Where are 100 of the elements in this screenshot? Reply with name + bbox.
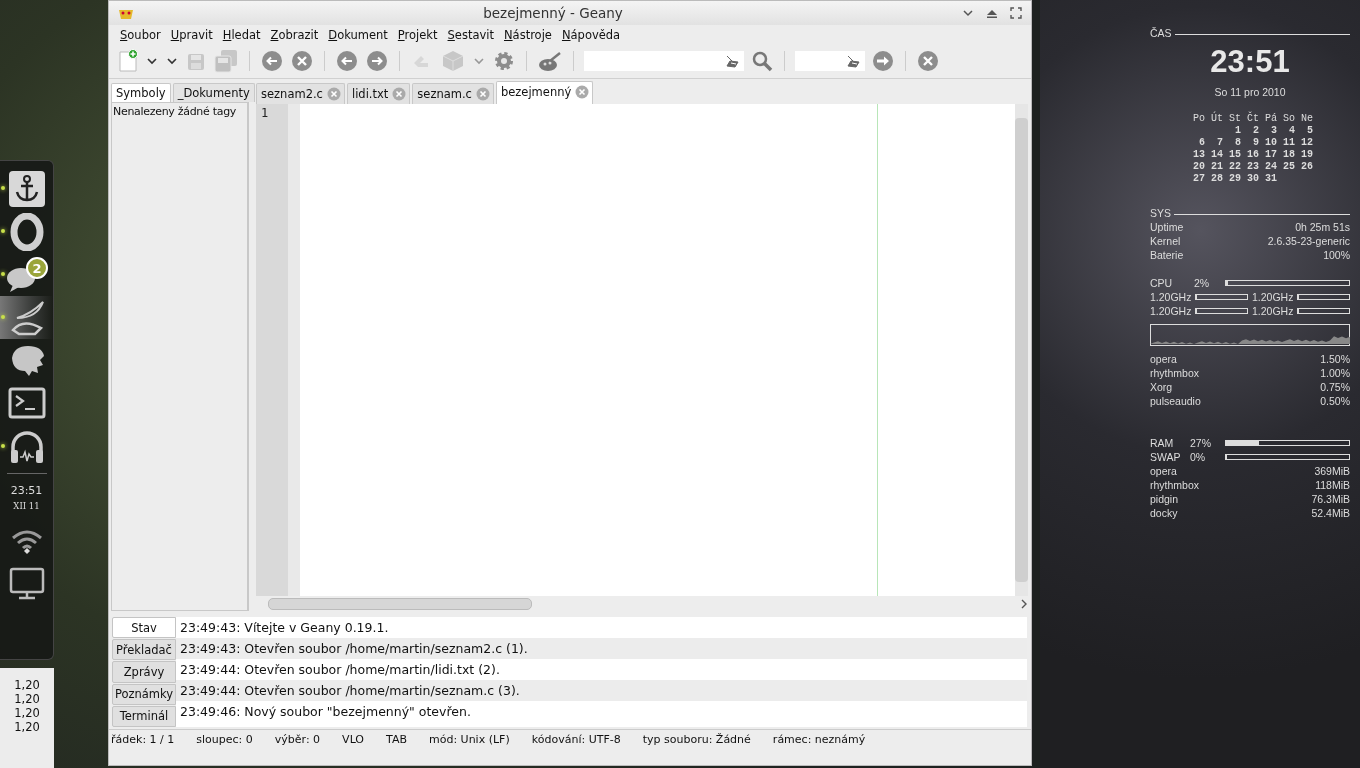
weekday-label: St (1228, 113, 1241, 124)
process-value: 1.50% (1320, 353, 1350, 365)
process-value: 0.75% (1320, 381, 1350, 393)
message-tab[interactable]: Překladač (112, 639, 176, 661)
process-value: 0.50% (1320, 395, 1350, 407)
paint-palette-icon[interactable] (537, 49, 563, 73)
clear-icon[interactable] (845, 53, 863, 69)
terminal-icon[interactable] (7, 386, 46, 421)
process-name: Xorg (1150, 381, 1173, 393)
process-value: 76.3MiB (1311, 493, 1350, 505)
calendar-day: 3 (1259, 125, 1277, 136)
info-value: 2.6.35-23-generic (1267, 235, 1350, 247)
search-field[interactable] (584, 51, 744, 71)
log-message: 23:49:43: Otevřen soubor /home/martin/seznam2.c (1). (176, 638, 1027, 659)
file-tab[interactable]: lidi.txt (346, 83, 411, 104)
file-tab[interactable]: seznam2.c (256, 83, 345, 104)
menu-item[interactable]: Sestavit (442, 27, 499, 42)
right-arrow-circle-icon[interactable] (365, 49, 389, 73)
calendar-day: 13 (1187, 149, 1205, 160)
process-value: 369MiB (1314, 465, 1350, 477)
anchor-icon[interactable] (7, 169, 46, 208)
calendar-day: 14 (1205, 149, 1223, 160)
status-item: typ souboru: Žádné (642, 732, 751, 746)
message-tab[interactable]: Poznámky (112, 683, 176, 705)
status-item: kódování: UTF-8 (531, 732, 621, 746)
close-icon[interactable] (916, 49, 940, 73)
process-name: docky (1150, 507, 1178, 519)
menu-item[interactable]: Zobrazit (265, 27, 324, 42)
weekday-label: Po (1192, 113, 1205, 124)
maximize-icon[interactable] (1009, 6, 1023, 20)
close-icon[interactable] (475, 87, 490, 101)
info-value: 0h 25m 51s (1295, 221, 1350, 233)
close-icon[interactable] (575, 85, 590, 99)
new-file-icon[interactable] (117, 49, 139, 73)
close-icon[interactable] (392, 87, 407, 101)
memory-reading: 0% (1190, 451, 1207, 463)
vertical-scrollbar[interactable] (1015, 104, 1028, 596)
status-item: VLO (342, 732, 365, 746)
status-item: sloupec: 0 (196, 732, 253, 746)
sidebar-tab[interactable]: _Dokumenty (172, 83, 255, 102)
menu-item[interactable]: Soubor (115, 27, 166, 42)
calendar-day: 26 (1295, 161, 1313, 172)
notification-badge: 2 (25, 256, 48, 279)
menu-item[interactable]: Projekt (392, 27, 443, 42)
close-icon[interactable] (326, 87, 341, 101)
status-item: rámec: neznámý (772, 732, 866, 746)
message-tab[interactable]: Terminál (112, 705, 176, 727)
calendar-day: 20 (1187, 161, 1205, 172)
monitor-icon[interactable] (8, 567, 45, 601)
core-frequency: 1.20GHz (1150, 290, 1192, 304)
message-tab[interactable]: Stav (112, 617, 176, 639)
menu-item[interactable]: Dokument (323, 27, 393, 42)
calendar-day: 15 (1223, 149, 1241, 160)
calendar-day: 18 (1277, 149, 1295, 160)
clock-time: 23:51 (10, 484, 43, 497)
calendar-day: 22 (1223, 161, 1241, 172)
message-tab[interactable]: Zprávy (112, 661, 176, 683)
file-tab[interactable]: bezejmenný (495, 81, 594, 104)
sidebar-tab[interactable]: Symboly (111, 83, 171, 102)
cpu-label: CPU (1150, 277, 1174, 289)
core-frequency: 1.20GHz (1150, 304, 1192, 318)
clear-icon[interactable] (724, 53, 742, 69)
core-frequency: 1.20GHz (1252, 304, 1294, 318)
menu-item[interactable]: Nápověda (556, 27, 626, 42)
menu-item[interactable]: Nástroje (499, 27, 557, 42)
process-name: rhythmbox (1150, 479, 1200, 491)
log-message: 23:49:44: Otevřen soubor /home/martin/lidi.txt (2). (179, 661, 501, 679)
cpu-reading: 2% (1194, 277, 1211, 289)
weekday-label: Ne (1300, 113, 1313, 124)
left-arrow-circle-icon[interactable] (260, 49, 284, 73)
calendar-day: 5 (1295, 125, 1313, 136)
calendar-day: 16 (1241, 149, 1259, 160)
calendar-day: 1 (1223, 125, 1241, 136)
memory-label: RAM (1150, 437, 1175, 449)
search-icon[interactable] (750, 49, 774, 73)
calendar-day: 17 (1259, 149, 1277, 160)
memory-reading: 27% (1190, 437, 1212, 449)
right-arrow-circle-icon[interactable] (871, 49, 895, 73)
line-number-field[interactable] (795, 51, 865, 71)
close-icon[interactable] (290, 49, 314, 73)
status-item: výběr: 0 (274, 732, 321, 746)
info-value: 100% (1323, 249, 1350, 261)
cpu-frequency: 1,20 (14, 678, 40, 692)
wifi-icon[interactable] (9, 528, 44, 556)
left-arrow-circle-icon[interactable] (335, 49, 359, 73)
calendar-day: 21 (1205, 161, 1223, 172)
cpu-frequency: 1,20 (14, 692, 40, 706)
calendar-day: 28 (1205, 173, 1223, 184)
settings-icon[interactable] (492, 49, 516, 73)
calendar-day: 23 (1241, 161, 1259, 172)
calendar-day: 29 (1223, 173, 1241, 184)
section-heading: SYS (1150, 207, 1171, 219)
calendar-day: 9 (1241, 137, 1259, 148)
file-tab[interactable]: seznam.c (412, 83, 494, 104)
cpu-frequency: 1,20 (14, 706, 40, 720)
calendar-day: 7 (1205, 137, 1223, 148)
core-frequency: 1.20GHz (1252, 290, 1294, 304)
menu-item[interactable]: Upravit (165, 27, 218, 42)
menu-item[interactable]: Hledat (217, 27, 266, 42)
info-label: Baterie (1150, 249, 1184, 261)
